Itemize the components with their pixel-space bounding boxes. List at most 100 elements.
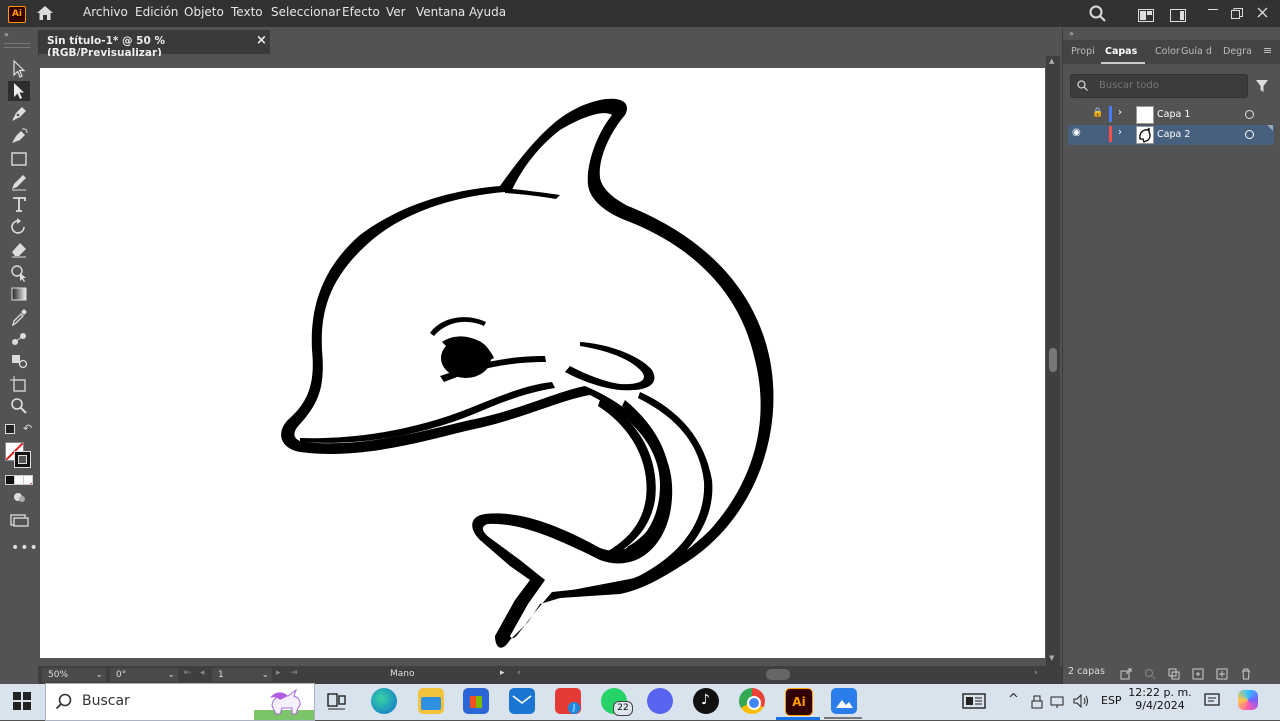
tab-color[interactable]: Color	[1155, 46, 1180, 57]
new-layer-icon[interactable]	[1216, 665, 1228, 684]
document-tab[interactable]: Sin título-1* @ 50 % (RGB/Previsualizar)…	[38, 30, 270, 59]
menu-objeto[interactable]: Objeto	[184, 5, 224, 19]
trash-icon[interactable]	[1240, 665, 1252, 684]
tiktok-icon[interactable]: ♪	[693, 688, 719, 714]
gradient-tool-icon[interactable]	[8, 284, 30, 304]
default-colors-icon[interactable]	[5, 424, 15, 434]
layer-name[interactable]: Capa 1	[1157, 109, 1190, 120]
first-artboard-icon[interactable]: ⇤	[184, 668, 192, 678]
edge-browser-icon[interactable]	[371, 688, 397, 714]
last-artboard-icon[interactable]: ⇥	[290, 668, 298, 678]
swap-colors-icon[interactable]: ↶	[23, 422, 32, 435]
tab-degradado[interactable]: Degra	[1223, 46, 1252, 57]
symbol-sprayer-tool-icon[interactable]	[8, 351, 30, 371]
lock-icon[interactable]: 🔒	[1092, 108, 1103, 118]
status-menu-icon[interactable]: ▸	[500, 668, 505, 678]
panel-menu-icon[interactable]: ≡	[1263, 44, 1272, 57]
expand-layer-icon[interactable]: ›	[1118, 107, 1122, 118]
restore-icon[interactable]	[1231, 4, 1243, 23]
artboard-dropdown-icon[interactable]: ⌄	[261, 668, 269, 682]
horizontal-scroll-thumb[interactable]	[766, 669, 790, 680]
eraser-tool-icon[interactable]	[8, 239, 30, 259]
next-artboard-icon[interactable]: ▸	[276, 668, 281, 678]
vertical-scrollbar[interactable]: ▲ ▼	[1046, 56, 1060, 666]
rotation-dropdown-icon[interactable]: ⌄	[167, 668, 175, 682]
scroll-up-icon[interactable]: ▲	[1049, 57, 1054, 65]
artboard[interactable]	[40, 68, 1045, 658]
illustrator-taskbar-icon[interactable]: Ai	[785, 688, 813, 716]
zoom-dropdown-icon[interactable]: ⌄	[95, 668, 103, 682]
microsoft-store-icon[interactable]	[463, 688, 489, 714]
clipping-mask-icon[interactable]	[1168, 665, 1180, 684]
shape-builder-tool-icon[interactable]	[8, 262, 30, 282]
expand-layer-icon[interactable]: ›	[1118, 127, 1122, 138]
artboard-field[interactable]: 1 ⌄	[212, 668, 272, 682]
locate-object-icon[interactable]	[1144, 665, 1156, 684]
pen-tool-icon[interactable]	[8, 104, 30, 124]
tab-capas[interactable]: Capas	[1105, 46, 1137, 57]
volume-icon[interactable]	[1073, 693, 1091, 712]
vertical-scroll-thumb[interactable]	[1049, 348, 1057, 372]
close-window-icon[interactable]	[1257, 3, 1268, 22]
news-widget-icon[interactable]	[962, 693, 986, 713]
minimize-icon[interactable]	[1208, 9, 1218, 10]
taskbar-search-box[interactable]: Buscar	[45, 683, 315, 721]
target-icon[interactable]	[1245, 130, 1254, 139]
windows-start-icon[interactable]	[13, 692, 31, 714]
mail-icon[interactable]	[509, 688, 535, 714]
chrome-icon[interactable]	[739, 688, 765, 714]
rotation-field[interactable]: 0° ⌄	[110, 668, 178, 682]
rotate-tool-icon[interactable]	[8, 217, 30, 237]
drawing-mode-icon[interactable]	[8, 487, 30, 507]
panel-collapse-right-icon[interactable]: »	[1069, 29, 1074, 38]
tab-propiedades[interactable]: Propi	[1071, 46, 1095, 57]
target-icon[interactable]	[1245, 110, 1254, 119]
new-sublayer-icon[interactable]	[1192, 665, 1204, 684]
menu-seleccionar[interactable]: Seleccionar	[271, 5, 340, 19]
panel-collapse-icon[interactable]: »	[4, 30, 9, 39]
workspace-icon[interactable]	[1170, 7, 1186, 26]
home-icon[interactable]	[36, 5, 54, 21]
toolbar-grip[interactable]	[4, 43, 30, 48]
eye-icon[interactable]: ◉	[1072, 127, 1081, 138]
network-icon[interactable]	[1050, 694, 1064, 713]
menu-archivo[interactable]: Archivo	[83, 5, 128, 19]
notifications-icon[interactable]	[1204, 693, 1220, 712]
scroll-left-icon[interactable]: ‹	[517, 668, 521, 678]
file-explorer-icon[interactable]	[418, 688, 444, 714]
selection-tool-icon[interactable]	[8, 59, 30, 79]
direct-selection-tool-icon[interactable]	[8, 81, 30, 101]
dolphin-artwork[interactable]	[40, 68, 1045, 658]
screen-mode-icon[interactable]	[8, 510, 30, 530]
menu-ventana[interactable]: Ventana	[416, 5, 465, 19]
blend-tool-icon[interactable]	[8, 329, 30, 349]
zoom-field[interactable]: 50% ⌄	[42, 668, 106, 682]
whatsapp-icon[interactable]: 22	[601, 688, 633, 716]
export-icon[interactable]	[1120, 665, 1132, 684]
eyedropper-tool-icon[interactable]	[8, 307, 30, 327]
tab-guia-color[interactable]: Guía d	[1181, 46, 1212, 57]
copilot-icon[interactable]	[1238, 690, 1258, 710]
stroke-swatch[interactable]	[14, 451, 31, 468]
language-indicator[interactable]: ESP	[1101, 694, 1122, 707]
search-icon[interactable]	[1089, 5, 1107, 27]
more-tools-icon[interactable]: •••	[11, 540, 39, 556]
close-tab-icon[interactable]: ×	[256, 33, 267, 48]
type-tool-icon[interactable]	[8, 194, 30, 214]
menu-ayuda[interactable]: Ayuda	[469, 5, 506, 19]
pencil-tool-icon[interactable]	[8, 172, 30, 192]
zoom-tool-icon[interactable]	[8, 396, 30, 416]
filter-icon[interactable]	[1255, 78, 1269, 97]
menu-texto[interactable]: Texto	[231, 5, 263, 19]
show-hidden-icons-icon[interactable]: ^	[1008, 692, 1019, 707]
task-view-icon[interactable]	[327, 692, 347, 714]
arrange-documents-icon[interactable]	[1138, 7, 1154, 26]
artboard-tool-icon[interactable]	[8, 374, 30, 394]
layer-name[interactable]: Capa 2	[1157, 129, 1190, 140]
menu-efecto[interactable]: Efecto	[342, 5, 380, 19]
clock[interactable]: 12:22 p. m. 9/4/2024	[1128, 686, 1192, 712]
video-app-icon[interactable]: J	[555, 688, 581, 714]
prev-artboard-icon[interactable]: ◂	[200, 668, 205, 678]
menu-edicion[interactable]: Edición	[135, 5, 178, 19]
none-mode-icon[interactable]	[23, 475, 33, 485]
